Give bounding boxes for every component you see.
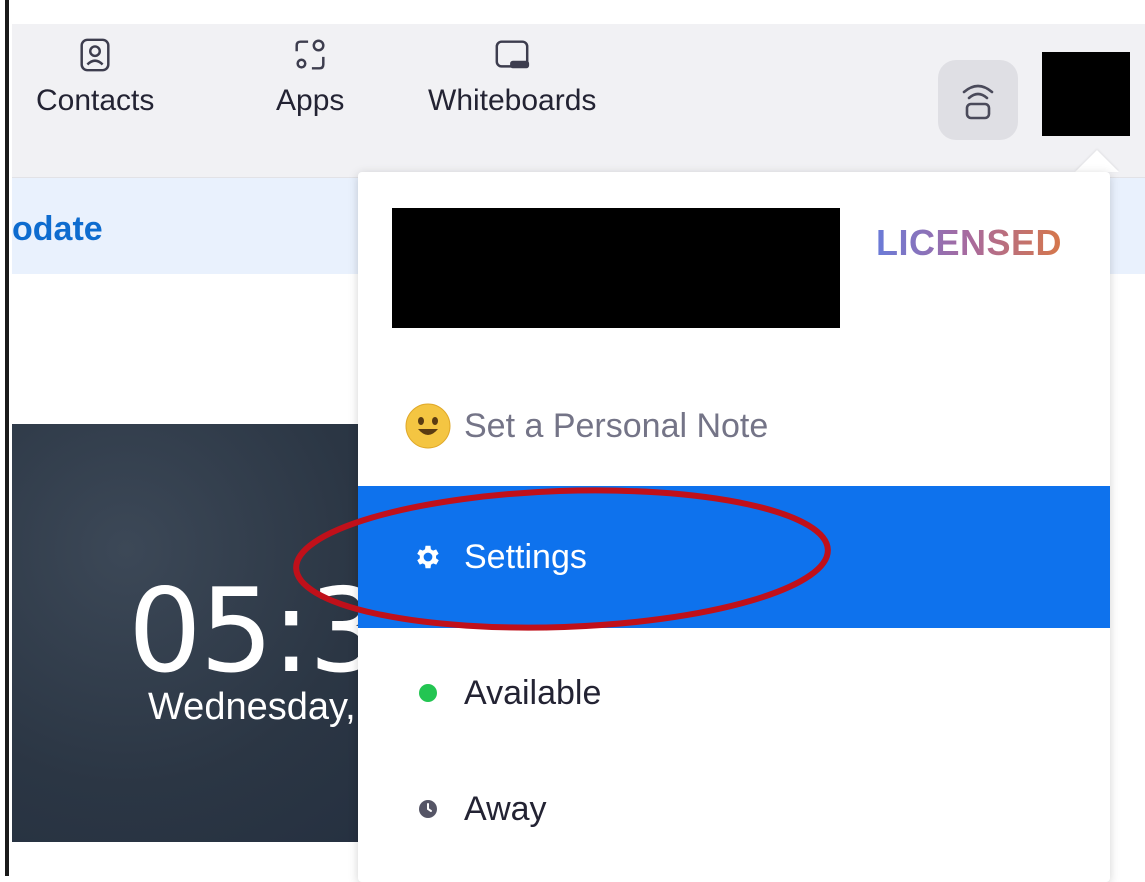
update-link[interactable]: odate [12, 210, 103, 249]
nav-contacts[interactable]: Contacts [36, 36, 154, 118]
menu-item-available[interactable]: Available [358, 660, 1110, 726]
whiteboard-icon [495, 40, 530, 69]
menu-item-settings[interactable]: Settings [358, 486, 1110, 628]
contacts-icon [80, 38, 110, 72]
apps-icon [295, 39, 325, 70]
window-left-border [0, 0, 12, 876]
menu-caret [1075, 150, 1119, 172]
whiteboards-label: Whiteboards [428, 84, 597, 117]
menu-item-label: Away [464, 789, 547, 828]
clock-panel: 05:30 Wednesday, [12, 424, 392, 842]
menu-item-label: Settings [464, 537, 587, 576]
clock-date: Wednesday, [148, 686, 356, 728]
connection-button[interactable] [938, 60, 1018, 140]
nav-whiteboards[interactable]: Whiteboards [428, 36, 596, 118]
clock-icon [404, 799, 452, 819]
smiley-icon [404, 403, 452, 449]
user-name-redacted [392, 208, 840, 328]
menu-item-label: Set a Personal Note [464, 406, 769, 445]
profile-dropdown-menu: LICENSED Set a Personal Note Settings Av… [358, 172, 1110, 882]
wireless-icon [962, 84, 994, 120]
menu-item-personal-note[interactable]: Set a Personal Note [358, 392, 1110, 460]
green-dot-icon [404, 684, 452, 702]
license-badge: LICENSED [875, 222, 1062, 263]
menu-item-label: Available [464, 673, 602, 712]
menu-item-away[interactable]: Away [358, 776, 1110, 842]
clock-time: 05:30 [128, 564, 392, 699]
gear-icon [404, 542, 452, 572]
nav-apps[interactable]: Apps [276, 36, 344, 118]
contacts-label: Contacts [36, 84, 155, 117]
avatar[interactable] [1042, 52, 1130, 136]
apps-label: Apps [276, 84, 345, 117]
